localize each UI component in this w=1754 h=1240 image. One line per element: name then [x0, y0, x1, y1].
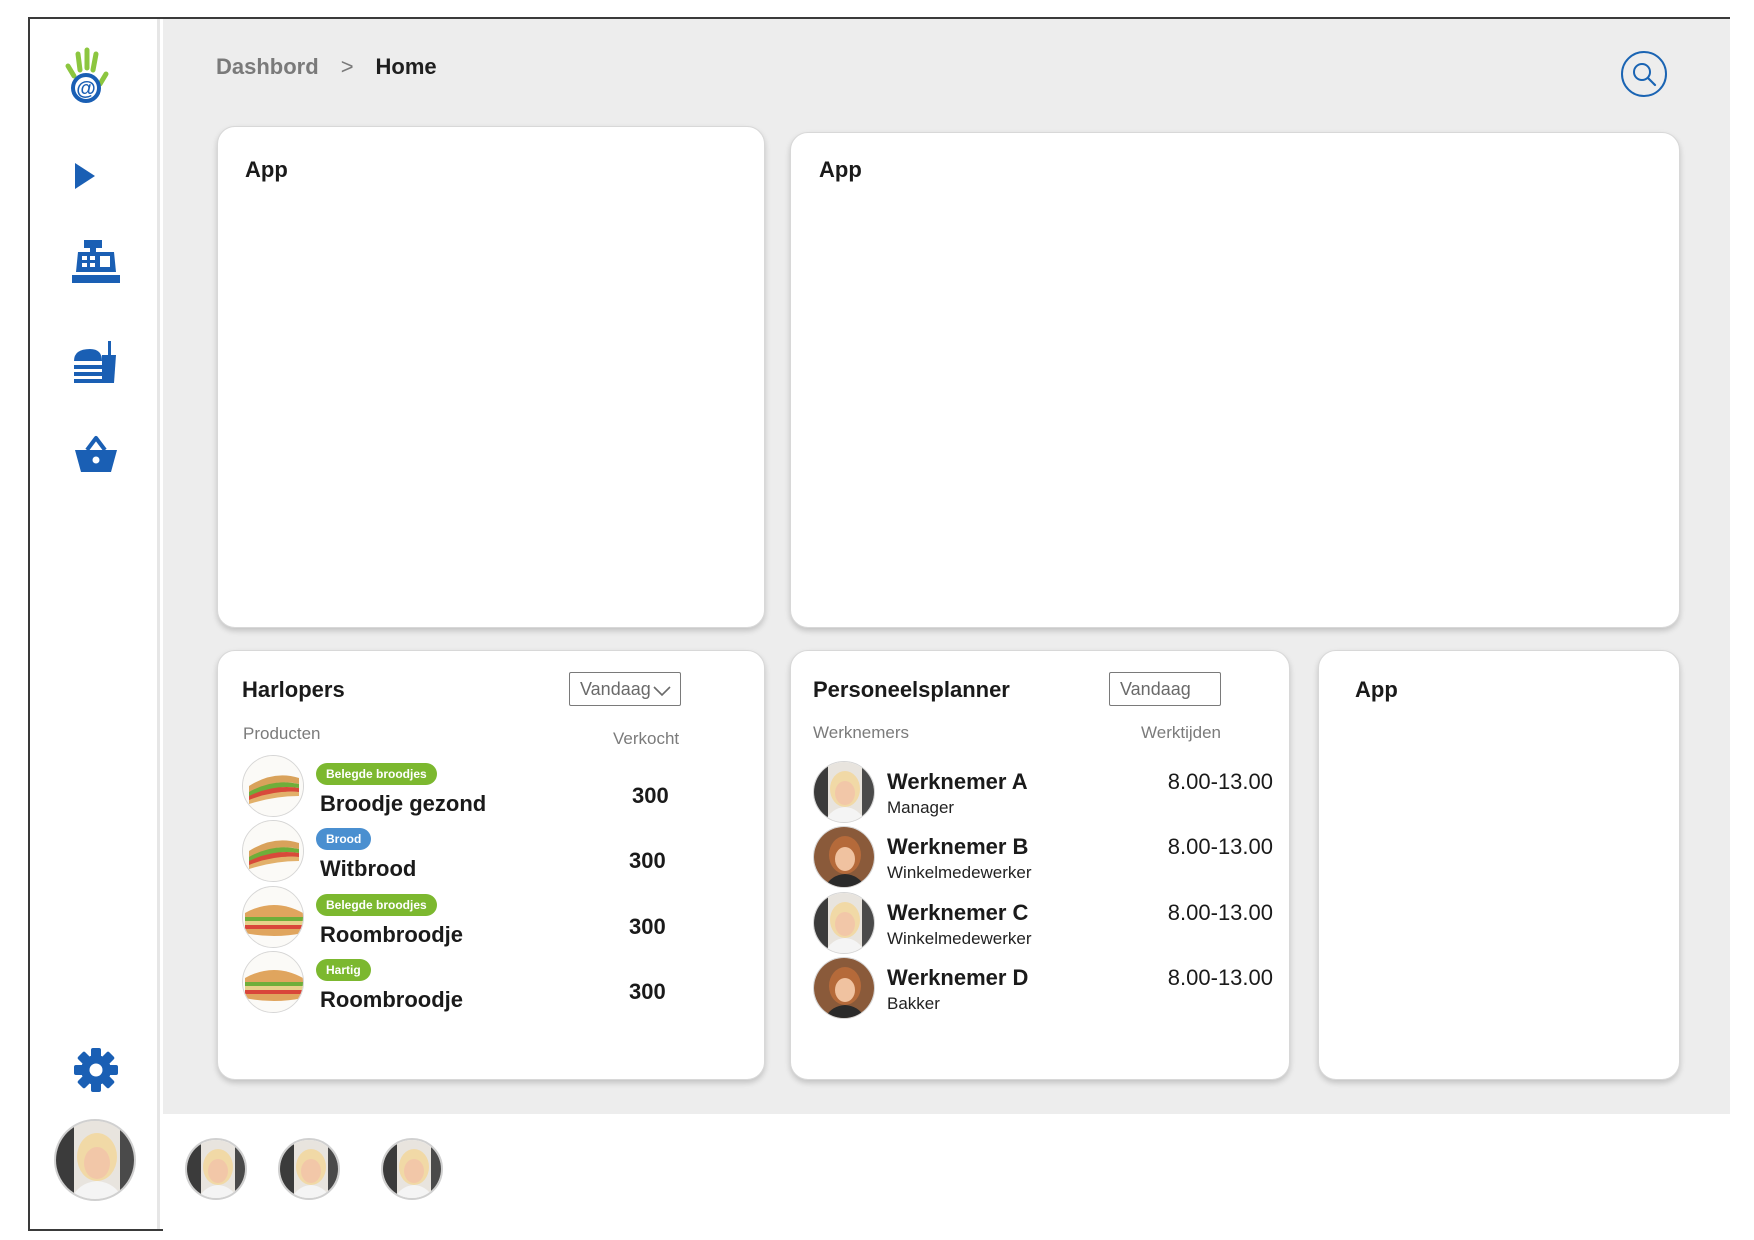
category-badge: Belegde broodjes — [316, 894, 437, 916]
employee-avatar — [813, 761, 875, 823]
product-sold: 300 — [629, 848, 666, 873]
employee-row[interactable]: Werknemer B Winkelmedewerker 8.00-13.00 — [813, 826, 1273, 892]
sandwich-image — [242, 886, 304, 948]
bestsellers-period-value: Vandaag — [580, 678, 651, 699]
breadcrumb: Dashbord > Home — [216, 54, 437, 80]
user-avatar[interactable] — [54, 1119, 136, 1201]
col-sold: Verkocht — [613, 729, 680, 748]
app-card-1-title: App — [245, 157, 288, 182]
logo-hand-icon[interactable]: @ — [56, 44, 116, 114]
employee-hours: 8.00-13.00 — [1167, 834, 1273, 859]
col-employees: Werknemers — [813, 723, 910, 742]
category-badge: Hartig — [316, 959, 371, 981]
product-name: Witbrood — [320, 856, 417, 881]
search-icon — [1633, 63, 1657, 87]
employee-row[interactable]: Werknemer D Bakker 8.00-13.00 — [813, 957, 1273, 1023]
employee-row[interactable]: Werknemer C Winkelmedewerker 8.00-13.00 — [813, 892, 1273, 958]
category-badge: Brood — [316, 828, 372, 850]
product-sold: 300 — [629, 914, 666, 939]
sandwich-image — [242, 820, 304, 882]
bestsellers-card: Harlopers Vandaag Producten Verkocht Bel… — [217, 650, 765, 1080]
employee-role: Bakker — [887, 994, 940, 1013]
product-name: Broodje gezond — [320, 791, 487, 816]
employee-role: Manager — [887, 798, 955, 817]
app-card-2: App — [790, 132, 1680, 628]
sidebar: @ — [30, 19, 160, 1229]
product-row[interactable]: Brood Witbrood 300 — [242, 820, 742, 886]
product-name: Roombroodje — [320, 922, 463, 947]
staff-planner-period-value: Vandaag — [1120, 678, 1191, 699]
employee-hours: 8.00-13.00 — [1167, 769, 1273, 794]
sandwich-image — [242, 755, 304, 817]
product-row[interactable]: Belegde broodjes Broodje gezond 300 — [242, 755, 742, 821]
col-products: Producten — [243, 724, 321, 743]
employee-role: Winkelmedewerker — [887, 863, 1032, 882]
employee-avatar — [813, 892, 875, 954]
food-icon[interactable] — [70, 334, 122, 390]
category-badge: Belegde broodjes — [316, 763, 437, 785]
employee-name: Werknemer D — [887, 965, 1029, 990]
app-frame: @ Dashbord > Home App App Harlopers Vand… — [28, 17, 1730, 1231]
product-row[interactable]: Hartig Roombroodje 300 — [242, 951, 742, 1017]
bottom-avatar[interactable] — [381, 1138, 443, 1200]
breadcrumb-separator: > — [340, 54, 354, 79]
employee-hours: 8.00-13.00 — [1167, 965, 1273, 990]
bottom-bar — [163, 1114, 1730, 1231]
bottom-avatar[interactable] — [278, 1138, 340, 1200]
employee-row[interactable]: Werknemer A Manager 8.00-13.00 — [813, 761, 1273, 827]
search-button[interactable] — [1621, 51, 1667, 97]
main-content: Dashbord > Home App App Harlopers Vandaa… — [163, 19, 1730, 1114]
product-name: Roombroodje — [320, 987, 463, 1012]
gear-icon[interactable] — [70, 1044, 122, 1096]
employee-role: Winkelmedewerker — [887, 929, 1032, 948]
employee-name: Werknemer B — [887, 834, 1029, 859]
product-sold: 300 — [632, 783, 669, 808]
cash-register-icon[interactable] — [66, 229, 126, 294]
employee-name: Werknemer C — [887, 900, 1029, 925]
app-card-1: App — [217, 126, 765, 628]
employee-avatar — [813, 957, 875, 1019]
bestsellers-title: Harlopers — [242, 677, 345, 702]
staff-planner-period-dropdown[interactable]: Vandaag — [1109, 672, 1221, 706]
employee-name: Werknemer A — [887, 769, 1028, 794]
breadcrumb-home: Home — [375, 54, 437, 79]
employee-hours: 8.00-13.00 — [1167, 900, 1273, 925]
bestsellers-period-dropdown[interactable]: Vandaag — [569, 672, 681, 706]
basket-icon[interactable] — [70, 429, 122, 479]
product-row[interactable]: Belegde broodjes Roombroodje 300 — [242, 886, 742, 952]
svg-text:@: @ — [76, 78, 96, 100]
product-sold: 300 — [629, 979, 666, 1004]
breadcrumb-dashboard[interactable]: Dashbord — [216, 54, 319, 80]
chevron-down-icon — [653, 686, 671, 697]
employee-avatar — [813, 826, 875, 888]
staff-planner-card: Personeelsplanner Vandaag Werknemers Wer… — [790, 650, 1290, 1080]
app-card-3: App — [1318, 650, 1680, 1080]
app-card-2-title: App — [819, 157, 862, 182]
app-card-3-title: App — [1355, 677, 1398, 702]
bottom-avatar[interactable] — [185, 1138, 247, 1200]
sandwich-image — [242, 951, 304, 1013]
staff-planner-title: Personeelsplanner — [813, 677, 1010, 702]
col-hours: Werktijden — [1141, 723, 1221, 742]
play-icon[interactable] — [67, 154, 103, 198]
